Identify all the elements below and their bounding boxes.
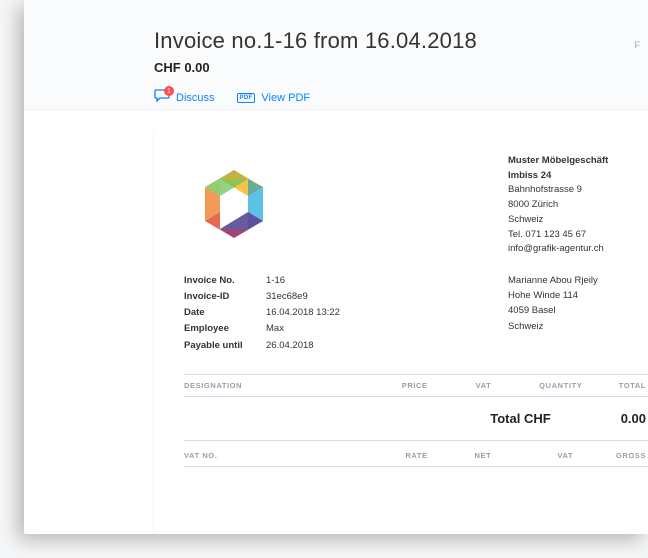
- value-employee: Max: [266, 321, 340, 337]
- th-rate: RATE: [357, 451, 430, 460]
- th-gross: GROSS: [575, 451, 648, 460]
- recipient-name: Marianne Abou Rjeily: [508, 275, 598, 286]
- value-invoice-no: 1-16: [266, 273, 340, 289]
- th-vatno: VAT NO.: [184, 451, 357, 460]
- page-title: Invoice no.1-16 from 16.04.2018: [154, 28, 648, 54]
- recipient-country: Schweiz: [508, 321, 543, 332]
- company-city: 8000 Zürich: [508, 199, 558, 210]
- th-price: PRICE: [357, 381, 430, 390]
- company-name: Muster Möbelgeschäft: [508, 155, 608, 166]
- side-actions: F: [635, 38, 641, 52]
- label-invoice-id: Invoice-ID: [184, 289, 266, 305]
- th-vat2: VAT: [493, 451, 575, 460]
- label-date: Date: [184, 305, 266, 321]
- pdf-icon: PDF: [237, 93, 256, 103]
- total-row: Total CHF 0.00: [184, 397, 648, 441]
- th-total: TOTAL: [584, 381, 648, 390]
- company-country: Schweiz: [508, 214, 543, 225]
- label-invoice-no: Invoice No.: [184, 273, 266, 289]
- th-designation: DESIGNATION: [184, 381, 357, 390]
- view-pdf-button[interactable]: PDF View PDF: [237, 92, 311, 104]
- value-date: 16.04.2018 13:22: [266, 305, 340, 321]
- label-payable: Payable until: [184, 338, 266, 354]
- company-email: info@grafik-agentur.ch: [508, 243, 604, 254]
- value-invoice-id: 31ec68e9: [266, 289, 340, 305]
- company-phone: Tel. 071 123 45 67: [508, 229, 586, 240]
- discuss-button[interactable]: 1 Discuss: [154, 89, 215, 106]
- vat-header: VAT NO. RATE NET VAT GROSS: [184, 445, 648, 467]
- company-logo: [184, 154, 284, 254]
- line-items-header: DESIGNATION PRICE VAT QUANTITY TOTAL: [184, 374, 648, 397]
- recipient-block: Marianne Abou Rjeily Hohe Winde 114 4059…: [508, 273, 648, 354]
- invoice-amount: CHF 0.00: [154, 60, 648, 75]
- total-value: 0.00: [621, 411, 646, 426]
- discuss-label: Discuss: [176, 92, 215, 104]
- invoice-document: Muster Möbelgeschäft Imbiss 24 Bahnhofst…: [154, 128, 648, 534]
- company-block: Muster Möbelgeschäft Imbiss 24 Bahnhofst…: [508, 154, 648, 257]
- label-employee: Employee: [184, 321, 266, 337]
- th-net: NET: [430, 451, 494, 460]
- th-vat: VAT: [430, 381, 494, 390]
- discuss-badge: 1: [164, 86, 174, 96]
- value-payable: 26.04.2018: [266, 338, 340, 354]
- recipient-street: Hohe Winde 114: [508, 290, 578, 301]
- company-name2: Imbiss 24: [508, 170, 551, 181]
- total-label: Total CHF: [490, 411, 550, 426]
- th-quantity: QUANTITY: [493, 381, 584, 390]
- recipient-city: 4059 Basel: [508, 305, 556, 316]
- company-street: Bahnhofstrasse 9: [508, 184, 582, 195]
- view-pdf-label: View PDF: [261, 92, 310, 104]
